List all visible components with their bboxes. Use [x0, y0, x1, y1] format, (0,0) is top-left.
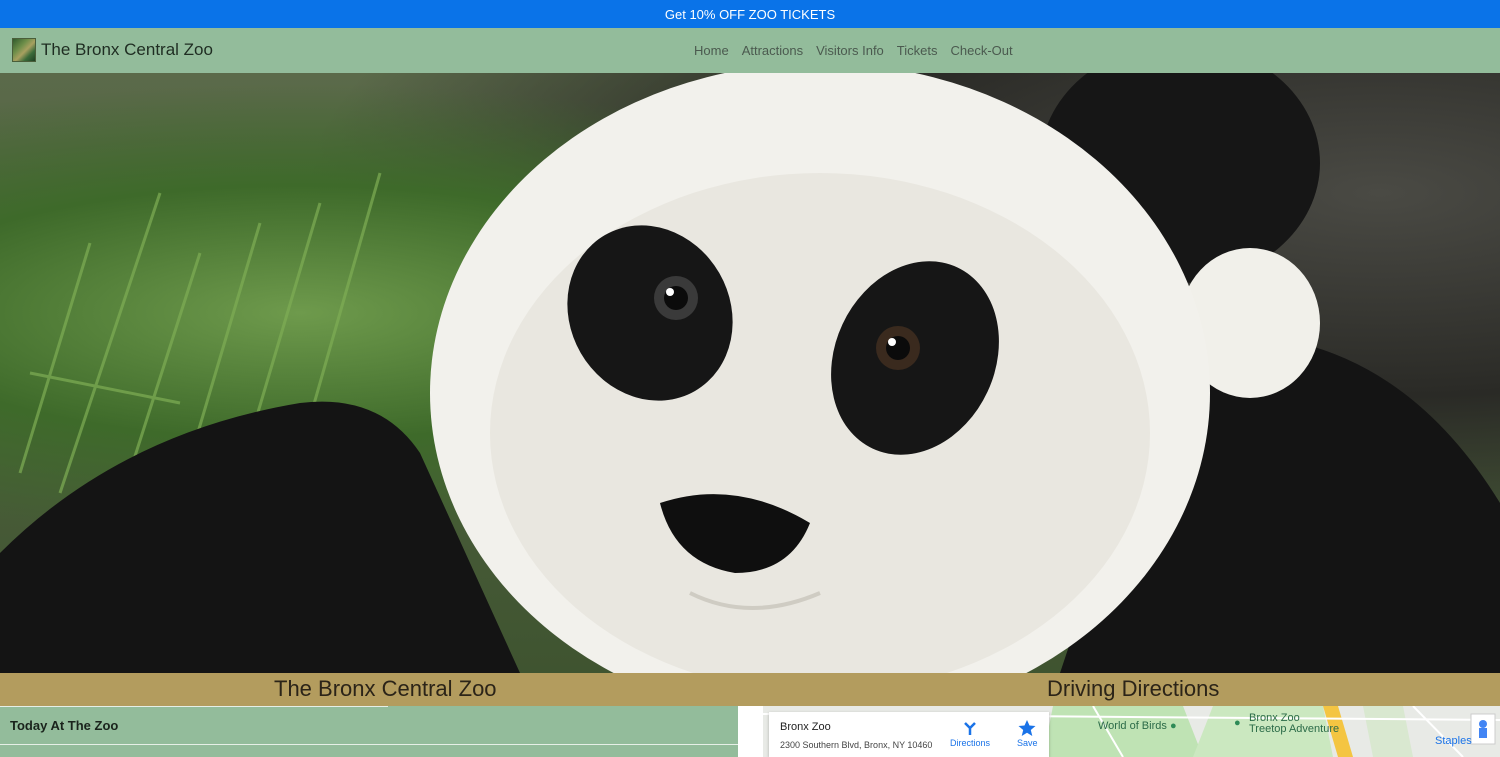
map-pin-icon: ●	[1169, 720, 1177, 732]
driving-directions-title: Driving Directions	[1047, 676, 1220, 701]
map-pin-icon: ●	[1234, 717, 1241, 729]
section-title-band	[0, 673, 1500, 706]
zoo-logo-icon	[12, 38, 36, 62]
brand-title: The Bronx Central Zoo	[41, 40, 213, 59]
directions-icon	[964, 722, 976, 735]
star-icon	[1018, 720, 1036, 736]
top-navbar: The Bronx Central Zoo Home Attractions V…	[0, 28, 1500, 73]
save-label: Save	[1017, 738, 1038, 748]
zoo-section-title: The Bronx Central Zoo	[274, 676, 497, 701]
map-poi-staples[interactable]: Staples	[1435, 735, 1472, 747]
nav-link-tickets[interactable]: Tickets	[897, 43, 938, 58]
panda-illustration	[0, 73, 1500, 673]
nav-link-attractions[interactable]: Attractions	[742, 43, 803, 58]
treetop-adventure-text: Bronx Zoo Treetop Adventure	[1234, 713, 1339, 735]
nav-link-check-out[interactable]: Check-Out	[951, 43, 1013, 58]
today-divider-top	[0, 706, 388, 707]
hero-panda-image	[0, 73, 1500, 673]
nav-links: Home Attractions Visitors Info Tickets C…	[694, 43, 1026, 58]
map-directions-button[interactable]: Directions	[950, 720, 990, 748]
map-place-card	[769, 712, 1049, 757]
nav-link-visitors-info[interactable]: Visitors Info	[816, 43, 884, 58]
today-divider-bottom	[0, 744, 738, 745]
today-at-zoo-title: Today At The Zoo	[10, 718, 119, 733]
map-save-button[interactable]: Save	[1017, 720, 1038, 748]
brand-link[interactable]: The Bronx Central Zoo	[12, 38, 213, 62]
map-poi-world-of-birds[interactable]: World of Birds ●	[1098, 720, 1177, 732]
map-place-address: 2300 Southern Blvd, Bronx, NY 10460	[780, 740, 933, 750]
map-poi-treetop-adventure[interactable]: ● Bronx Zoo Treetop Adventure	[1234, 713, 1339, 735]
nav-link-home[interactable]: Home	[694, 43, 729, 58]
promo-banner-link[interactable]: Get 10% OFF ZOO TICKETS	[0, 0, 1500, 28]
map-place-name: Bronx Zoo	[780, 721, 831, 733]
treetop-adventure-line2: Treetop Adventure	[1249, 723, 1340, 735]
world-of-birds-label: World of Birds	[1098, 720, 1167, 732]
directions-label: Directions	[950, 738, 991, 748]
